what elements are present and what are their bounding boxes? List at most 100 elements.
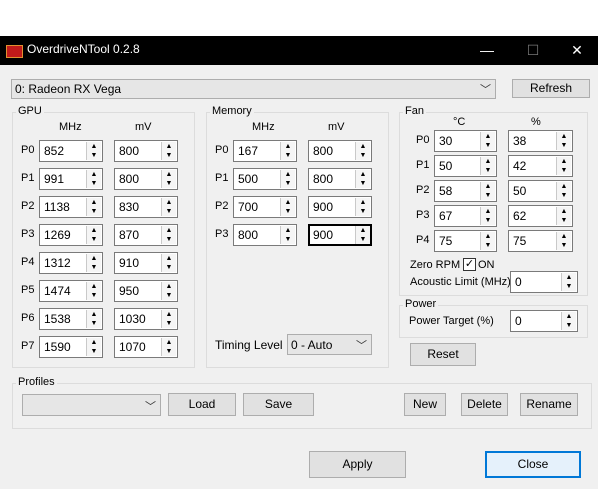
close-button[interactable]: Close: [485, 451, 581, 478]
refresh-button[interactable]: Refresh: [512, 79, 590, 98]
spinner-arrows[interactable]: ▲ ▼: [86, 142, 101, 160]
fan-pct-input[interactable]: 75 ▲ ▼: [508, 230, 573, 252]
spinner-arrows[interactable]: ▲ ▼: [556, 232, 571, 250]
spin-down-icon[interactable]: ▼: [356, 179, 370, 188]
spin-down-icon[interactable]: ▼: [557, 191, 571, 200]
spin-down-icon[interactable]: ▼: [87, 207, 101, 216]
spin-up-icon[interactable]: ▲: [557, 132, 571, 141]
spinner-arrows[interactable]: ▲ ▼: [280, 226, 295, 244]
timing-level-select[interactable]: 0 - Auto ﹀: [287, 334, 372, 355]
spin-down-icon[interactable]: ▼: [481, 216, 495, 225]
gpu-mv-input[interactable]: 800 ▲ ▼: [114, 168, 178, 190]
spin-down-icon[interactable]: ▼: [87, 235, 101, 244]
fan-temp-input[interactable]: 67 ▲ ▼: [434, 205, 497, 227]
spin-down-icon[interactable]: ▼: [162, 319, 176, 328]
gpu-mhz-input[interactable]: 852 ▲ ▼: [39, 140, 103, 162]
spin-up-icon[interactable]: ▲: [162, 226, 176, 235]
spin-up-icon[interactable]: ▲: [162, 170, 176, 179]
spin-down-icon[interactable]: ▼: [87, 319, 101, 328]
spin-down-icon[interactable]: ▼: [557, 141, 571, 150]
spinner-arrows[interactable]: ▲ ▼: [86, 226, 101, 244]
spin-down-icon[interactable]: ▼: [87, 179, 101, 188]
spin-down-icon[interactable]: ▼: [162, 263, 176, 272]
profile-select[interactable]: ﹀: [22, 394, 161, 416]
spinner-arrows[interactable]: ▲ ▼: [161, 226, 176, 244]
spinner-arrows[interactable]: ▲ ▼: [280, 170, 295, 188]
spin-down-icon[interactable]: ▼: [162, 207, 176, 216]
spin-down-icon[interactable]: ▼: [87, 151, 101, 160]
gpu-mhz-input[interactable]: 1474 ▲ ▼: [39, 280, 103, 302]
spinner-arrows[interactable]: ▲ ▼: [355, 226, 370, 244]
fan-pct-input[interactable]: 42 ▲ ▼: [508, 155, 573, 177]
spinner-arrows[interactable]: ▲ ▼: [561, 312, 576, 330]
spinner-arrows[interactable]: ▲ ▼: [280, 142, 295, 160]
reset-button[interactable]: Reset: [410, 343, 476, 366]
spinner-arrows[interactable]: ▲ ▼: [161, 198, 176, 216]
spin-down-icon[interactable]: ▼: [356, 235, 370, 244]
spin-up-icon[interactable]: ▲: [162, 142, 176, 151]
spinner-arrows[interactable]: ▲ ▼: [161, 142, 176, 160]
spin-up-icon[interactable]: ▲: [87, 142, 101, 151]
spin-up-icon[interactable]: ▲: [557, 207, 571, 216]
rename-profile-button[interactable]: Rename: [520, 393, 578, 416]
spin-down-icon[interactable]: ▼: [557, 166, 571, 175]
spin-down-icon[interactable]: ▼: [562, 282, 576, 291]
spin-up-icon[interactable]: ▲: [562, 273, 576, 282]
gpu-mv-input[interactable]: 800 ▲ ▼: [114, 140, 178, 162]
spin-up-icon[interactable]: ▲: [162, 254, 176, 263]
spin-down-icon[interactable]: ▼: [162, 235, 176, 244]
gpu-mv-input[interactable]: 830 ▲ ▼: [114, 196, 178, 218]
spin-down-icon[interactable]: ▼: [162, 347, 176, 356]
spin-down-icon[interactable]: ▼: [481, 141, 495, 150]
spin-down-icon[interactable]: ▼: [87, 263, 101, 272]
spinner-arrows[interactable]: ▲ ▼: [86, 338, 101, 356]
memory-mv-input[interactable]: 800 ▲ ▼: [308, 168, 372, 190]
save-button[interactable]: Save: [243, 393, 314, 416]
spin-up-icon[interactable]: ▲: [87, 226, 101, 235]
spin-down-icon[interactable]: ▼: [162, 291, 176, 300]
gpu-mv-input[interactable]: 910 ▲ ▼: [114, 252, 178, 274]
spin-up-icon[interactable]: ▲: [481, 207, 495, 216]
delete-profile-button[interactable]: Delete: [461, 393, 508, 416]
spin-up-icon[interactable]: ▲: [281, 226, 295, 235]
new-profile-button[interactable]: New: [404, 393, 446, 416]
spinner-arrows[interactable]: ▲ ▼: [355, 142, 370, 160]
spin-up-icon[interactable]: ▲: [481, 232, 495, 241]
spinner-arrows[interactable]: ▲ ▼: [161, 254, 176, 272]
spinner-arrows[interactable]: ▲ ▼: [480, 157, 495, 175]
memory-mhz-input[interactable]: 167 ▲ ▼: [233, 140, 297, 162]
spinner-arrows[interactable]: ▲ ▼: [161, 338, 176, 356]
memory-mhz-input[interactable]: 500 ▲ ▼: [233, 168, 297, 190]
spin-up-icon[interactable]: ▲: [481, 182, 495, 191]
memory-mv-input[interactable]: 900 ▲ ▼: [308, 196, 372, 218]
spinner-arrows[interactable]: ▲ ▼: [161, 310, 176, 328]
spin-down-icon[interactable]: ▼: [281, 207, 295, 216]
device-select[interactable]: 0: Radeon RX Vega ﹀: [11, 79, 496, 99]
spinner-arrows[interactable]: ▲ ▼: [161, 170, 176, 188]
spinner-arrows[interactable]: ▲ ▼: [86, 254, 101, 272]
spinner-arrows[interactable]: ▲ ▼: [86, 310, 101, 328]
spinner-arrows[interactable]: ▲ ▼: [480, 132, 495, 150]
spinner-arrows[interactable]: ▲ ▼: [480, 207, 495, 225]
spinner-arrows[interactable]: ▲ ▼: [556, 132, 571, 150]
spin-up-icon[interactable]: ▲: [87, 170, 101, 179]
spin-up-icon[interactable]: ▲: [87, 282, 101, 291]
minimize-button[interactable]: —: [464, 36, 510, 65]
spinner-arrows[interactable]: ▲ ▼: [556, 207, 571, 225]
spin-up-icon[interactable]: ▲: [162, 282, 176, 291]
gpu-mv-input[interactable]: 1030 ▲ ▼: [114, 308, 178, 330]
spin-down-icon[interactable]: ▼: [481, 241, 495, 250]
spin-up-icon[interactable]: ▲: [356, 170, 370, 179]
memory-mv-input[interactable]: 900 ▲ ▼: [308, 224, 372, 246]
spin-up-icon[interactable]: ▲: [281, 142, 295, 151]
fan-pct-input[interactable]: 50 ▲ ▼: [508, 180, 573, 202]
spin-down-icon[interactable]: ▼: [162, 179, 176, 188]
spin-down-icon[interactable]: ▼: [281, 151, 295, 160]
zero-rpm-checkbox[interactable]: ✓: [463, 258, 476, 271]
spinner-arrows[interactable]: ▲ ▼: [561, 273, 576, 291]
spin-up-icon[interactable]: ▲: [562, 312, 576, 321]
fan-temp-input[interactable]: 50 ▲ ▼: [434, 155, 497, 177]
gpu-mv-input[interactable]: 1070 ▲ ▼: [114, 336, 178, 358]
gpu-mhz-input[interactable]: 991 ▲ ▼: [39, 168, 103, 190]
spin-up-icon[interactable]: ▲: [557, 157, 571, 166]
